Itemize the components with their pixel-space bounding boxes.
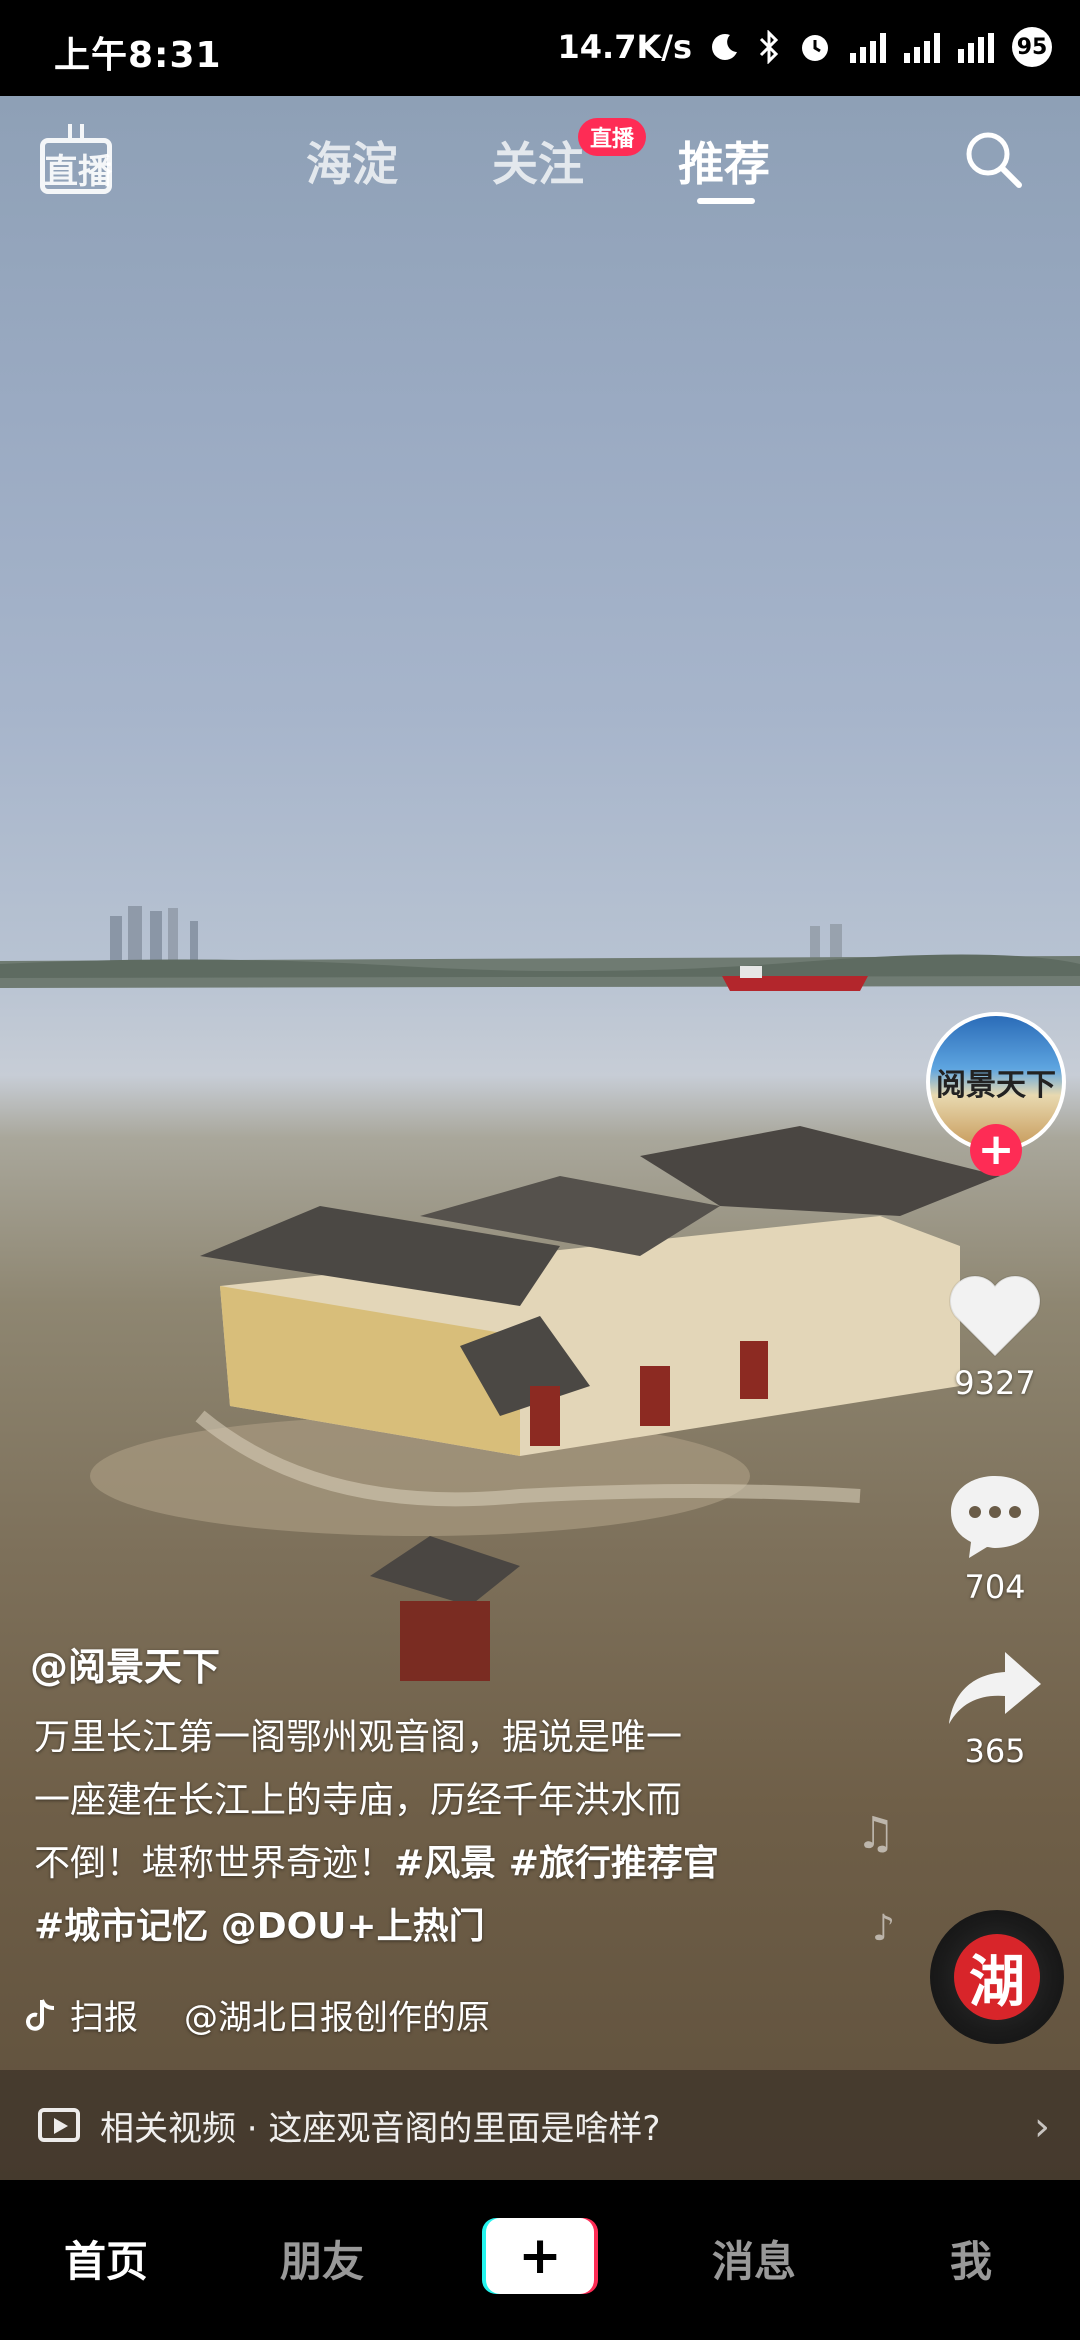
live-badge: 直播 [578, 118, 647, 156]
description-line: #城市记忆 @DOU+上热门 [34, 1895, 814, 1958]
related-video-bar[interactable]: 相关视频 · 这座观音阁的里面是啥样? › [0, 2070, 1080, 2180]
signal-hd-icon [904, 31, 940, 63]
disc-logo: 湖 [954, 1934, 1040, 2020]
like-button[interactable]: 9327 [940, 1270, 1050, 1402]
status-time: 上午8:31 [54, 35, 222, 76]
bottom-navigation: 首页 朋友 + 消息 我 [0, 2180, 1080, 2340]
related-video-text: 相关视频 · 这座观音阁的里面是啥样? [100, 2108, 661, 2149]
music-disc[interactable]: 湖 [930, 1910, 1064, 2044]
comment-count: 704 [964, 1568, 1026, 1606]
live-label: 直播 [44, 152, 112, 192]
alarm-icon [802, 35, 828, 61]
chevron-right-icon: › [1034, 2104, 1050, 2150]
source-info[interactable]: 扫报 @湖北日报创作的原 [26, 1990, 490, 2039]
comment-button[interactable]: 704 [940, 1470, 1050, 1606]
description-line: 万里长江第一阁鄂州观音阁，据说是唯一 [34, 1717, 683, 1758]
moon-icon [712, 34, 737, 60]
nav-friends[interactable]: 朋友 [280, 2228, 364, 2289]
author-name[interactable]: @阅景天下 [30, 1636, 220, 1691]
description-text: 不倒！堪称世界奇迹！ [34, 1843, 395, 1884]
video-icon [38, 2108, 80, 2142]
top-navigation: 直播 海淀 关注 直播 推荐 [0, 96, 1080, 226]
tab-recommended[interactable]: 推荐 [678, 128, 770, 194]
status-bar: 上午8:31 14.7K/s 95 [0, 0, 1080, 96]
hashtags[interactable]: #城市记忆 @DOU+上热门 [34, 1906, 485, 1947]
avatar-text: 阅景天下 [936, 1068, 1056, 1103]
like-count: 9327 [954, 1364, 1036, 1402]
hashtags[interactable]: #风景 #旅行推荐官 [394, 1843, 719, 1884]
signal-hd-icon [850, 31, 886, 63]
active-tab-indicator [697, 198, 755, 204]
bluetooth-icon [759, 30, 779, 64]
search-icon[interactable] [962, 128, 1024, 190]
plus-icon: + [518, 2226, 562, 2286]
tv-antenna-icon [68, 124, 84, 138]
share-count: 365 [964, 1732, 1026, 1770]
share-icon [949, 1652, 1041, 1724]
share-button[interactable]: 365 [940, 1648, 1050, 1770]
description-line: 一座建在长江上的寺庙，历经千年洪水而 [34, 1780, 683, 1821]
nav-home[interactable]: 首页 [64, 2228, 148, 2289]
follow-button[interactable]: + [970, 1124, 1022, 1176]
source-creator: @湖北日报创作的原 [184, 1998, 490, 2038]
status-right: 14.7K/s 95 [558, 24, 1052, 70]
music-note-icon: ♪ [872, 1908, 895, 1949]
music-note-icon: ♫ [856, 1808, 896, 1859]
create-button[interactable]: + [482, 2218, 598, 2294]
tab-following[interactable]: 关注 [492, 128, 584, 194]
live-entry-button[interactable]: 直播 [40, 124, 112, 194]
network-speed: 14.7K/s [557, 28, 692, 66]
tab-haidian[interactable]: 海淀 [306, 128, 398, 194]
description-line: 不倒！堪称世界奇迹！#风景 #旅行推荐官 [34, 1832, 814, 1895]
tiktok-note-icon [26, 1998, 55, 2031]
battery-indicator: 95 [1012, 27, 1052, 67]
source-label: 扫报 [70, 1998, 138, 2038]
nav-messages[interactable]: 消息 [712, 2228, 796, 2289]
plus-icon: + [977, 1124, 1015, 1175]
heart-icon [949, 1275, 1041, 1358]
video-description: 万里长江第一阁鄂州观音阁，据说是唯一 一座建在长江上的寺庙，历经千年洪水而 不倒… [34, 1706, 814, 1958]
create-button-face: + [486, 2218, 594, 2294]
nav-me[interactable]: 我 [950, 2228, 992, 2289]
comment-icon [951, 1476, 1039, 1558]
wifi-icon [958, 31, 994, 63]
